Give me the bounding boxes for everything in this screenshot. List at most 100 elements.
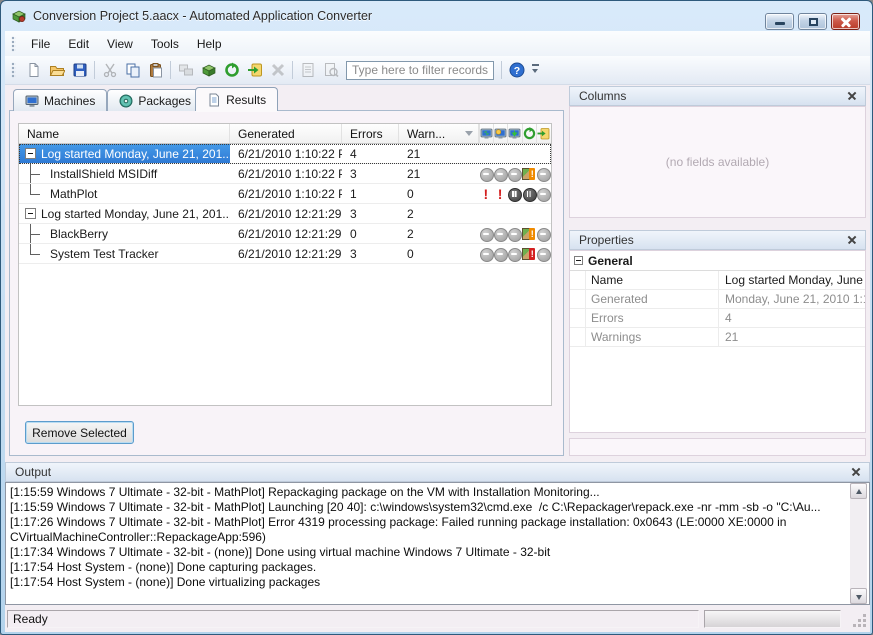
toolbar-overflow-button[interactable] — [530, 59, 542, 81]
monitor-icon — [25, 94, 39, 108]
monitor-settings-icon[interactable] — [493, 124, 507, 144]
property-row-warnings[interactable]: Warnings 21 — [570, 328, 865, 347]
row-name: Log started Monday, June 21, 201... — [41, 147, 230, 161]
save-button[interactable] — [68, 59, 91, 82]
refresh-column-icon[interactable] — [522, 124, 536, 144]
disabled-icon — [479, 164, 493, 184]
tab-packages[interactable]: Packages — [107, 89, 203, 111]
preview-button[interactable] — [319, 59, 342, 82]
close-button[interactable] — [831, 13, 860, 30]
save-icon — [72, 62, 88, 78]
row-warnings: 2 — [399, 204, 479, 223]
row-generated: 6/21/2010 12:21:29 ... — [230, 224, 342, 243]
property-value: 4 — [719, 309, 865, 327]
copy-button[interactable] — [121, 59, 144, 82]
filter-records-input[interactable] — [346, 61, 494, 80]
scroll-up-icon[interactable] — [850, 483, 867, 499]
column-header-errors[interactable]: Errors — [342, 124, 399, 143]
minimize-button[interactable] — [765, 13, 794, 30]
run-conversion-button[interactable] — [243, 59, 266, 82]
group-expander-icon[interactable] — [574, 256, 583, 265]
refresh-button[interactable] — [220, 59, 243, 82]
tab-machines[interactable]: Machines — [13, 89, 107, 111]
output-close-icon[interactable] — [849, 465, 863, 479]
disc-icon — [119, 94, 133, 108]
property-row-name[interactable]: Name Log started Monday, June — [570, 271, 865, 290]
grid-row-log-1[interactable]: Log started Monday, June 21, 201... 6/21… — [19, 144, 551, 164]
report-button[interactable] — [296, 59, 319, 82]
paste-icon — [148, 62, 164, 78]
output-line: [1:17:54 Host System - (none)] Done capt… — [10, 560, 847, 575]
package-button[interactable] — [197, 59, 220, 82]
disabled-icon — [493, 224, 507, 244]
column-header-warnings[interactable]: Warn... — [399, 124, 479, 143]
resize-grip-icon[interactable] — [863, 624, 866, 627]
stop-button[interactable] — [266, 59, 289, 82]
statusbar: Ready — [5, 608, 870, 631]
menu-file[interactable]: File — [22, 33, 59, 55]
grid-row-mathplot[interactable]: MathPlot 6/21/2010 1:10:22 PM 1 0 — [19, 184, 551, 204]
row-errors: 3 — [342, 244, 399, 263]
tab-machines-label: Machines — [44, 94, 95, 108]
package-warning-icon — [522, 164, 536, 184]
paste-button[interactable] — [144, 59, 167, 82]
toolbar: ? — [5, 56, 870, 85]
menu-edit[interactable]: Edit — [59, 33, 98, 55]
output-panel-title: Output — [15, 465, 51, 479]
row-name: Log started Monday, June 21, 201... — [41, 207, 230, 221]
open-button[interactable] — [45, 59, 68, 82]
output-panel-titlebar: Output — [5, 462, 870, 482]
menu-help[interactable]: Help — [188, 33, 231, 55]
grid-row-log-2[interactable]: Log started Monday, June 21, 201... 6/21… — [19, 204, 551, 224]
column-header-name[interactable]: Name — [19, 124, 230, 143]
collapse-expander-icon[interactable] — [25, 208, 36, 219]
run-conversion-icon — [247, 62, 263, 78]
tab-results[interactable]: Results — [195, 87, 278, 111]
grid-row-system-test-tracker[interactable]: System Test Tracker 6/21/2010 12:21:29 .… — [19, 244, 551, 264]
bottom-spacer-panel — [569, 438, 866, 456]
properties-panel-body: General Name Log started Monday, June Ge… — [569, 250, 866, 433]
scroll-down-icon[interactable] — [850, 588, 867, 604]
connect-machine-button[interactable] — [174, 59, 197, 82]
restore-button[interactable] — [798, 13, 827, 30]
remove-selected-button[interactable]: Remove Selected — [25, 421, 134, 444]
menubar-grip-icon — [11, 36, 16, 52]
menu-view[interactable]: View — [98, 33, 142, 55]
help-button[interactable]: ? — [505, 59, 528, 82]
property-row-errors[interactable]: Errors 4 — [570, 309, 865, 328]
menu-tools[interactable]: Tools — [142, 33, 188, 55]
collapse-expander-icon[interactable] — [25, 148, 36, 159]
property-row-generated[interactable]: Generated Monday, June 21, 2010 1:10 — [570, 290, 865, 309]
row-warnings: 0 — [399, 184, 479, 203]
tree-branch-end-icon — [25, 184, 50, 203]
new-button[interactable] — [22, 59, 45, 82]
columns-close-icon[interactable] — [845, 89, 859, 103]
column-header-generated[interactable]: Generated — [230, 124, 342, 143]
columns-panel-title: Columns — [579, 89, 626, 103]
row-errors: 3 — [342, 164, 399, 183]
paused-icon — [522, 184, 536, 204]
row-errors: 0 — [342, 224, 399, 243]
column-filter-dropdown-icon[interactable] — [465, 131, 473, 136]
property-label: Name — [586, 271, 719, 289]
properties-group-general[interactable]: General — [570, 251, 865, 271]
columns-panel-body: (no fields available) — [569, 106, 866, 218]
open-folder-icon — [49, 62, 65, 78]
cut-button[interactable] — [98, 59, 121, 82]
stop-x-icon — [270, 62, 286, 78]
disabled-icon — [536, 244, 550, 264]
property-value: Log started Monday, June — [719, 271, 865, 289]
grid-row-installshield[interactable]: InstallShield MSIDiff 6/21/2010 1:10:22 … — [19, 164, 551, 184]
output-log[interactable]: [1:15:59 Windows 7 Ultimate - 32-bit - M… — [5, 482, 870, 605]
export-column-icon[interactable] — [536, 124, 550, 144]
grid-row-blackberry[interactable]: BlackBerry 6/21/2010 12:21:29 ... 0 2 — [19, 224, 551, 244]
app-window: Conversion Project 5.aacx - Automated Ap… — [0, 0, 873, 635]
column-header-operations — [479, 124, 551, 143]
monitor-download-icon[interactable] — [507, 124, 521, 144]
properties-close-icon[interactable] — [845, 233, 859, 247]
disabled-icon — [479, 224, 493, 244]
row-name: InstallShield MSIDiff — [50, 167, 157, 181]
output-scrollbar[interactable] — [850, 483, 867, 604]
status-text: Ready — [7, 610, 699, 628]
monitor-sync-icon[interactable] — [479, 124, 493, 144]
